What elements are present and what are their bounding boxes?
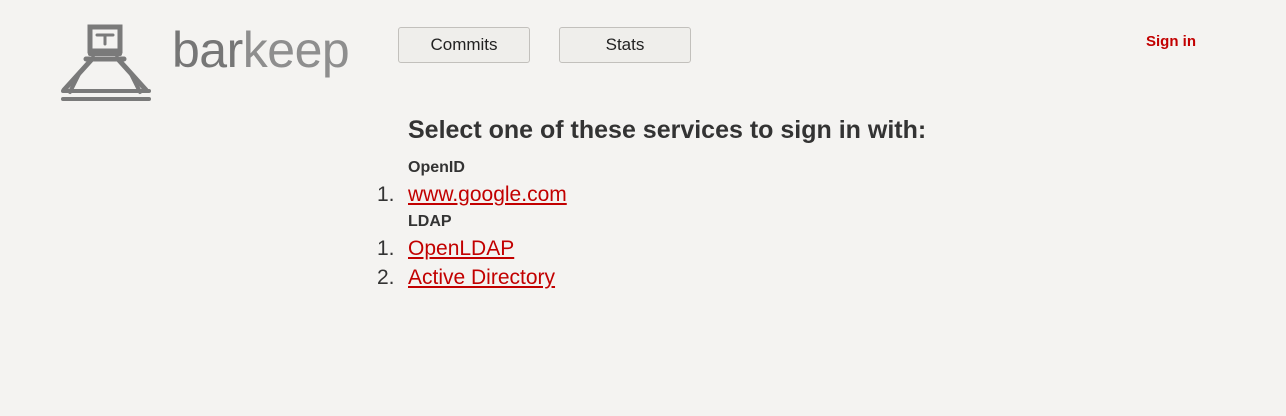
service-link-openldap[interactable]: OpenLDAP	[408, 237, 514, 260]
service-link-active-directory[interactable]: Active Directory	[408, 266, 555, 289]
ldap-service-list: 1. OpenLDAP 2. Active Directory	[377, 234, 926, 292]
commits-button[interactable]: Commits	[398, 27, 530, 63]
openid-service-list: 1. www.google.com	[377, 180, 926, 209]
sign-in-link[interactable]: Sign in	[1146, 33, 1196, 50]
sign-in-panel: Select one of these services to sign in …	[377, 114, 927, 292]
list-number: 1.	[377, 183, 395, 206]
list-number: 1.	[377, 237, 395, 260]
group-title-openid: OpenID	[408, 159, 465, 176]
page-heading: Select one of these services to sign in …	[408, 116, 927, 144]
brand-name-keep: keep	[242, 22, 350, 78]
barkeep-tap-icon	[61, 24, 151, 101]
list-number: 2.	[377, 266, 395, 289]
brand-name-bar: bar	[172, 22, 243, 78]
service-link-google[interactable]: www.google.com	[408, 183, 567, 206]
list-item: 2. Active Directory	[377, 263, 926, 292]
list-item: 1. OpenLDAP	[377, 234, 926, 263]
stats-button[interactable]: Stats	[559, 27, 691, 63]
brand-wordmark: barkeep	[172, 22, 350, 78]
list-item: 1. www.google.com	[377, 180, 926, 209]
logo[interactable]: barkeep	[60, 22, 350, 104]
group-title-ldap: LDAP	[408, 213, 452, 230]
